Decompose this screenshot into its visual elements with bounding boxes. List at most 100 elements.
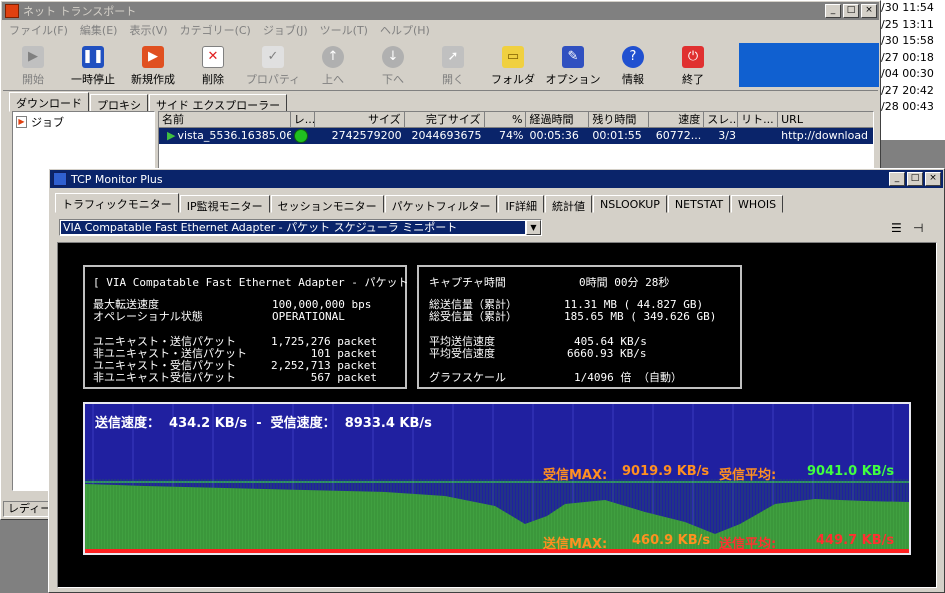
nucast-recv-label: 非ユニキャスト受信パケット	[93, 371, 236, 384]
tab-whois[interactable]: WHOIS	[731, 195, 784, 213]
info-button[interactable]: ? 情報	[603, 41, 663, 91]
tab-statistics[interactable]: 統計値	[545, 195, 593, 213]
job-remaining: 00:01:55	[592, 129, 642, 142]
menu-help[interactable]: ヘルプ(H)	[374, 22, 436, 38]
menu-job[interactable]: ジョブ(J)	[257, 22, 314, 38]
capture-time-label: キャプチャ時間	[429, 276, 506, 289]
up-arrow-icon: ↑	[322, 45, 344, 68]
tab-packet-filter[interactable]: パケットフィルター	[384, 195, 498, 213]
oper-status-value: OPERATIONAL	[272, 310, 345, 323]
graph-speed-readout: 送信速度： 434.2 KB/s - 受信速度： 8933.4 KB/s	[95, 416, 432, 431]
nucast-sent-label: 非ユニキャスト・送信パケット	[93, 347, 247, 360]
table-row[interactable]: ▶ vista_5536.16385.06... 2742579200 2044…	[159, 128, 873, 144]
job-list-header: 名前 レ... サイズ 完了サイズ % 経過時間 残り時間 速度 スレ... リ…	[159, 112, 873, 128]
col-retry[interactable]: リト...	[738, 112, 779, 127]
maximize-button[interactable]: □	[843, 4, 859, 18]
col-speed[interactable]: 速度	[649, 112, 705, 127]
send-traffic-area	[85, 549, 909, 553]
folder-button[interactable]: ▭ フォルダ	[483, 41, 543, 91]
traffic-graph: 送信速度： 434.2 KB/s - 受信速度： 8933.4 KB/s 受信M…	[83, 402, 911, 555]
new-button[interactable]: ▶ 新規作成	[123, 41, 183, 91]
max-speed-value: 100,000,000 bps	[272, 298, 372, 311]
job-done: 2044693675	[411, 129, 482, 142]
close-button[interactable]: ×	[861, 4, 877, 18]
tab-netstat[interactable]: NETSTAT	[667, 195, 731, 213]
recv-traffic-area	[85, 484, 909, 553]
tab-proxy[interactable]: プロキシ	[90, 94, 148, 112]
minimize-button[interactable]: _	[889, 172, 905, 186]
job-name: vista_5536.16385.06...	[177, 129, 290, 142]
recv-avg-label: 受信平均:	[719, 468, 777, 483]
tree-item-jobs[interactable]: ▶ ジョブ	[13, 112, 154, 132]
move-up-button[interactable]: ↑ 上へ	[303, 41, 363, 91]
col-done[interactable]: 完了サイズ	[405, 112, 485, 127]
play-icon: ▶	[167, 129, 176, 142]
avg-send-label: 平均送信速度	[429, 335, 495, 348]
tab-traffic-monitor[interactable]: トラフィックモニター	[55, 193, 179, 213]
timestamp-text: /25 13:11	[881, 17, 934, 31]
open-icon: ➚	[442, 45, 464, 68]
delete-icon: ✕	[202, 45, 224, 68]
total-recv-value: 185.65 MB ( 349.626 GB)	[564, 310, 717, 323]
properties-button[interactable]: ✓ プロパティ	[243, 41, 303, 91]
pause-button[interactable]: ❚❚ 一時停止	[63, 41, 123, 91]
col-status[interactable]: レ...	[291, 112, 315, 127]
exit-button[interactable]: ⏻ 終了	[663, 41, 723, 91]
col-elapsed[interactable]: 経過時間	[526, 112, 590, 127]
toolbar: ▶ 開始 ❚❚ 一時停止 ▶ 新規作成 ✕ 削除 ✓ プロパティ ↑ 上へ ↓ 下へ ➚ 開く …	[3, 41, 879, 91]
maximize-button[interactable]: □	[907, 172, 923, 186]
menu-view[interactable]: 表示(V)	[123, 22, 173, 38]
close-button[interactable]: ×	[925, 172, 941, 186]
send-max-label: 送信MAX:	[543, 537, 608, 552]
graph-scale-label: グラフスケール	[429, 371, 506, 384]
job-url: http://download	[781, 129, 869, 142]
col-url[interactable]: URL	[778, 112, 873, 127]
menu-tools[interactable]: ツール(T)	[314, 22, 374, 38]
power-icon: ⏻	[682, 45, 704, 68]
timestamp-text: /30 11:54	[881, 1, 934, 14]
tab-ip-monitor[interactable]: IP監視モニター	[179, 195, 270, 213]
timestamp-text: /27 00:18	[881, 50, 934, 64]
total-recv-label: 総受信量（累計）	[429, 310, 517, 323]
col-size[interactable]: サイズ	[315, 112, 405, 127]
col-name[interactable]: 名前	[159, 112, 291, 127]
move-down-button[interactable]: ↓ 下へ	[363, 41, 423, 91]
list-view-icon[interactable]: ☰	[891, 221, 902, 235]
tab-if-details[interactable]: IF詳細	[498, 195, 545, 213]
adapter-select[interactable]: VIA Compatable Fast Ethernet Adapter - パ…	[59, 219, 542, 236]
pin-icon[interactable]: ⊣	[913, 221, 923, 235]
tcp-titlebar[interactable]: TCP Monitor Plus _ □ ×	[50, 170, 943, 188]
minimize-button[interactable]: _	[825, 4, 841, 18]
tab-session-monitor[interactable]: セッションモニター	[270, 195, 384, 213]
start-icon: ▶	[22, 45, 44, 68]
col-percent[interactable]: %	[485, 112, 527, 127]
net-tabs: ダウンロード プロキシ サイド エクスプローラー	[9, 92, 288, 112]
ucast-recv-label: ユニキャスト・受信パケット	[93, 359, 236, 372]
start-button[interactable]: ▶ 開始	[3, 41, 63, 91]
jobs-icon: ▶	[16, 116, 27, 128]
avg-recv-value: 6660.93 KB/s	[567, 347, 647, 360]
menu-file[interactable]: ファイル(F)	[3, 22, 74, 38]
col-remaining[interactable]: 残り時間	[589, 112, 650, 127]
chevron-down-icon[interactable]: ▼	[526, 220, 541, 235]
menubar: ファイル(F) 編集(E) 表示(V) カテゴリー(C) ジョブ(J) ツール(…	[3, 21, 436, 39]
avg-recv-label: 平均受信速度	[429, 347, 495, 360]
recv-max-label: 受信MAX:	[543, 468, 608, 483]
send-max-value: 460.9 KB/s	[632, 533, 711, 548]
menu-category[interactable]: カテゴリー(C)	[174, 22, 257, 38]
tab-side-explorer[interactable]: サイド エクスプローラー	[149, 94, 288, 112]
menu-edit[interactable]: 編集(E)	[74, 22, 124, 38]
net-titlebar[interactable]: ネット トランスポート _ □ ×	[2, 2, 879, 20]
ucast-recv-value: 2,252,713 packet	[271, 359, 377, 372]
job-speed: 60772...	[655, 129, 702, 142]
delete-button[interactable]: ✕ 削除	[183, 41, 243, 91]
status-text: レディー	[8, 502, 52, 515]
open-button[interactable]: ➚ 開く	[423, 41, 483, 91]
new-icon: ▶	[142, 45, 164, 68]
tab-nslookup[interactable]: NSLOOKUP	[593, 195, 667, 213]
tab-download[interactable]: ダウンロード	[9, 92, 89, 112]
options-button[interactable]: ✎ オプション	[543, 41, 603, 91]
total-sent-value: 11.31 MB ( 44.827 GB)	[564, 298, 704, 311]
col-threads[interactable]: スレ...	[704, 112, 739, 127]
window-title: ネット トランスポート	[23, 5, 137, 18]
